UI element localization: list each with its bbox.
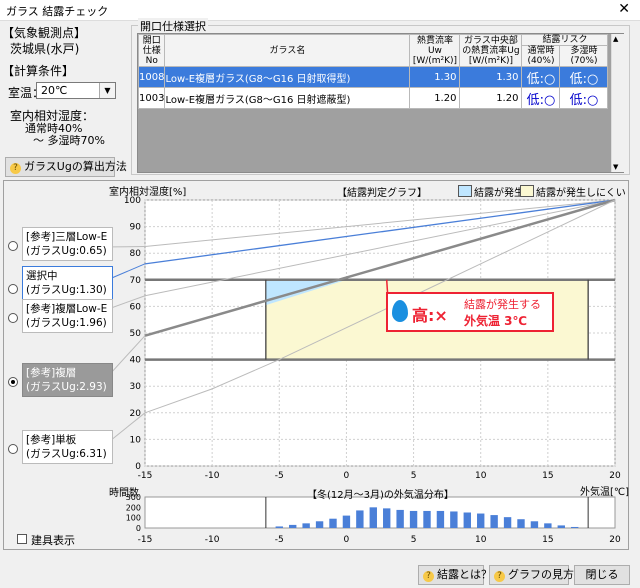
x-tick-label: 5: [411, 471, 417, 481]
radio-single[interactable]: [8, 444, 18, 454]
legend-swatch-condensation: [458, 185, 472, 197]
hist-bar: [329, 518, 337, 528]
option-double-lowe-label[interactable]: [参考]複層Low-E (ガラスUg:1.96): [22, 299, 113, 333]
hist-y-tick: 0: [136, 524, 141, 533]
fixture-label: 建具表示: [31, 534, 75, 547]
hist-bar: [302, 523, 310, 528]
x-tick-label: -5: [275, 471, 284, 481]
hist-x-tick: 20: [609, 535, 621, 545]
histogram-title: 【冬(12月〜3月)の外気温分布】: [307, 490, 454, 501]
hist-bar: [517, 519, 525, 528]
y-tick-label: 90: [130, 223, 142, 233]
hist-bar: [503, 517, 512, 528]
option-double-label[interactable]: [参考]複層 (ガラスUg:2.93): [22, 363, 113, 397]
hist-x-tick: 15: [542, 535, 553, 545]
y-axis-label: 室内相対湿度[%]: [109, 187, 187, 198]
x-tick-label: 15: [542, 471, 553, 481]
radio-triple[interactable]: [8, 241, 18, 251]
hist-bar: [383, 508, 391, 528]
radio-selected[interactable]: [8, 284, 18, 294]
help-graph-label: グラフの見方: [508, 568, 574, 581]
radio-double-lowe[interactable]: [8, 313, 18, 323]
hist-bar: [275, 526, 283, 528]
help-icon: ?: [423, 571, 434, 582]
hist-x-tick: 5: [411, 535, 417, 545]
hist-bar: [436, 510, 445, 528]
close-button[interactable]: 閉じる: [574, 565, 630, 585]
water-drop-icon: [392, 300, 408, 322]
help-icon: ?: [494, 571, 505, 582]
x-axis-label: 外気温[℃]: [580, 487, 630, 498]
option-selected-label[interactable]: 選択中 (ガラスUg:1.30): [22, 266, 113, 300]
hist-y-tick: 100: [126, 514, 141, 523]
chart-title: 【結露判定グラフ】: [337, 188, 427, 199]
help-condensation-label: 結露とは？: [437, 568, 492, 581]
x-tick-label: 0: [344, 471, 350, 481]
hist-bar: [571, 526, 579, 528]
hist-bar: [530, 521, 539, 528]
x-tick-label: 20: [609, 471, 621, 481]
annotation-callout: 高:× 結露が発生する 外気温 3℃: [386, 292, 554, 332]
help-graph-button[interactable]: ? グラフの見方: [489, 565, 574, 585]
hist-bar: [356, 510, 364, 528]
hist-x-tick: -10: [205, 535, 220, 545]
y-tick-label: 10: [130, 435, 142, 445]
x-tick-label: -10: [205, 471, 220, 481]
option-single-label[interactable]: [参考]単板 (ガラスUg:6.31): [22, 430, 113, 464]
y-tick-label: 30: [130, 382, 142, 392]
annotation-text: 結露が発生する: [464, 298, 541, 311]
x-tick-label: -15: [138, 471, 153, 481]
option-triple-label[interactable]: [参考]三層Low-E (ガラスUg:0.65): [22, 227, 113, 261]
annotation-grade: 高:×: [412, 306, 448, 325]
hist-bar: [490, 515, 498, 528]
legend-label-safe: 結露が発生しにくい: [536, 188, 626, 199]
x-tick-label: 10: [475, 471, 487, 481]
y-tick-label: 70: [130, 276, 142, 286]
legend-label-condensation: 結露が発生: [474, 188, 524, 199]
hist-y-tick: 200: [126, 503, 141, 512]
y-tick-label: 20: [130, 409, 142, 419]
annotation-temp: 外気温 3℃: [464, 314, 528, 328]
hist-bar: [450, 511, 458, 528]
y-tick-label: 40: [130, 356, 142, 366]
hist-bar: [289, 524, 297, 528]
hist-bar: [423, 510, 431, 528]
histogram-y-label: 時間数: [109, 488, 139, 499]
y-tick-label: 60: [130, 302, 142, 312]
hist-bar: [463, 512, 471, 528]
legend-swatch-safe: [520, 185, 534, 197]
hist-bar: [557, 525, 565, 528]
help-condensation-button[interactable]: ? 結露とは？: [418, 565, 492, 585]
hist-bar: [477, 513, 485, 528]
hist-x-tick: -5: [275, 535, 284, 545]
hist-bar: [396, 509, 404, 528]
fixture-checkbox[interactable]: [17, 534, 27, 544]
hist-bar: [342, 515, 351, 528]
hist-bar: [369, 507, 377, 528]
hist-bar: [409, 510, 418, 528]
radio-double[interactable]: [8, 377, 18, 387]
hist-x-tick: -15: [138, 535, 153, 545]
hist-bar: [315, 521, 324, 528]
hist-x-tick: 10: [475, 535, 487, 545]
y-tick-label: 50: [130, 329, 142, 339]
y-tick-label: 80: [130, 249, 142, 259]
hist-bar: [544, 523, 552, 528]
hist-x-tick: 0: [344, 535, 350, 545]
